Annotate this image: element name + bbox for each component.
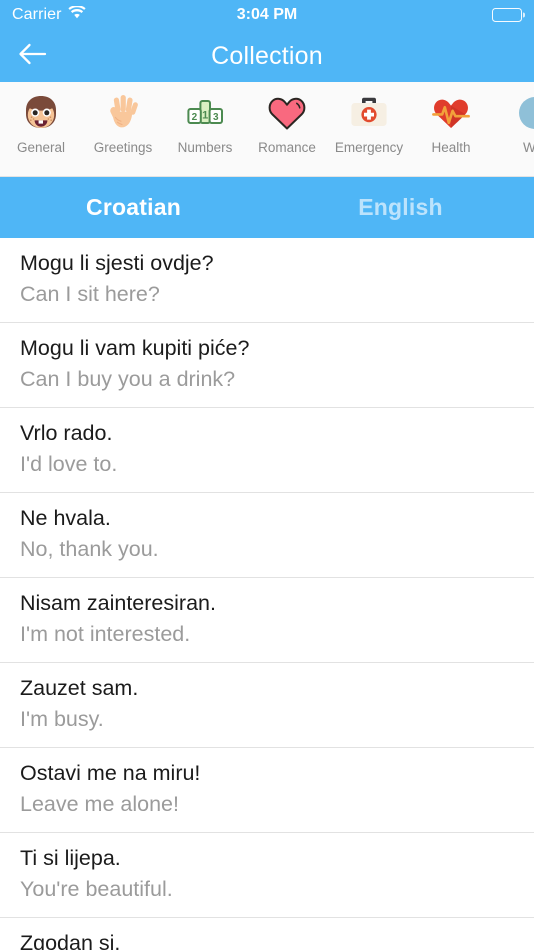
- phrase-list[interactable]: Mogu li sjesti ovdje? Can I sit here? Mo…: [0, 238, 534, 950]
- first-aid-kit-icon: [346, 90, 392, 136]
- category-label: Romance: [258, 140, 316, 155]
- svg-text:1: 1: [202, 109, 208, 121]
- back-arrow-icon: [15, 41, 49, 72]
- waving-hand-icon: [100, 90, 146, 136]
- category-item-weather[interactable]: We: [492, 88, 534, 155]
- phrase-row[interactable]: Nisam zainteresiran. I'm not interested.: [0, 578, 534, 664]
- category-item-numbers[interactable]: 1 2 3 Numbers: [164, 88, 246, 155]
- phrase-translation: Can I buy you a drink?: [20, 367, 236, 392]
- category-label: General: [16, 140, 66, 155]
- phrase-source: Mogu li vam kupiti piće?: [20, 336, 250, 361]
- phrase-translation: I'm not interested.: [20, 622, 191, 647]
- phrase-translation: I'd love to.: [20, 452, 118, 477]
- phrase-translation: Can I sit here?: [20, 282, 160, 307]
- phrase-source: Zauzet sam.: [20, 676, 139, 701]
- phrase-row[interactable]: Mogu li sjesti ovdje? Can I sit here?: [0, 238, 534, 324]
- phrase-row[interactable]: Ostavi me na miru! Leave me alone!: [0, 748, 534, 834]
- phrase-row[interactable]: Mogu li vam kupiti piće? Can I buy you a…: [0, 323, 534, 409]
- category-label: Numbers: [177, 140, 233, 155]
- phrase-source: Mogu li sjesti ovdje?: [20, 251, 214, 275]
- phrase-source: Zgodan si.: [20, 931, 121, 950]
- wifi-icon: [67, 5, 86, 24]
- tab-croatian[interactable]: Croatian: [0, 194, 267, 221]
- category-strip[interactable]: General Greetings 1 2 3 Numbers Romance …: [0, 82, 534, 177]
- navigation-bar: Collection: [0, 30, 534, 82]
- category-item-health[interactable]: Health: [410, 88, 492, 155]
- battery-full-icon: [492, 8, 525, 22]
- category-item-emergency[interactable]: Emergency: [328, 88, 410, 155]
- category-item-greetings[interactable]: Greetings: [82, 88, 164, 155]
- category-label: Health: [431, 140, 471, 155]
- heartbeat-icon: [428, 90, 474, 136]
- phrase-translation: Leave me alone!: [20, 792, 179, 817]
- back-button[interactable]: [0, 30, 64, 82]
- status-bar-left: Carrier: [12, 5, 86, 24]
- phrase-translation: You're beautiful.: [20, 877, 173, 902]
- phrasebook-screen: Carrier 3:04 PM Collection General Greet…: [0, 0, 534, 950]
- category-label: We: [523, 140, 534, 155]
- tab-english[interactable]: English: [267, 194, 534, 221]
- svg-text:3: 3: [213, 112, 219, 123]
- phrase-row[interactable]: Ne hvala. No, thank you.: [0, 493, 534, 579]
- phrase-translation: No, thank you.: [20, 537, 159, 562]
- phrase-row[interactable]: Vrlo rado. I'd love to.: [0, 408, 534, 494]
- category-label: Greetings: [93, 140, 153, 155]
- category-label: Emergency: [334, 140, 404, 155]
- svg-text:2: 2: [192, 112, 198, 123]
- moon-star-icon: [510, 90, 534, 136]
- phrase-row[interactable]: Zgodan si. You're handsome.: [0, 918, 534, 950]
- language-tab-bar: Croatian English: [0, 177, 534, 238]
- phrase-source: Vrlo rado.: [20, 421, 113, 446]
- heart-pink-icon: [264, 90, 310, 136]
- face-child-icon: [18, 90, 64, 136]
- phrase-source: Ti si lijepa.: [20, 846, 121, 871]
- podium-numbers-icon: 1 2 3: [182, 90, 228, 136]
- phrase-translation: I'm busy.: [20, 707, 104, 732]
- phrase-source: Ostavi me na miru!: [20, 761, 201, 786]
- category-item-general[interactable]: General: [0, 88, 82, 155]
- page-title: Collection: [211, 41, 323, 70]
- phrase-source: Nisam zainteresiran.: [20, 591, 216, 616]
- carrier-label: Carrier: [12, 6, 62, 23]
- phrase-source: Ne hvala.: [20, 506, 111, 531]
- category-item-romance[interactable]: Romance: [246, 88, 328, 155]
- phrase-row[interactable]: Zauzet sam. I'm busy.: [0, 663, 534, 749]
- status-bar: Carrier 3:04 PM: [0, 0, 534, 30]
- phrase-row[interactable]: Ti si lijepa. You're beautiful.: [0, 833, 534, 919]
- status-bar-right: [492, 8, 525, 22]
